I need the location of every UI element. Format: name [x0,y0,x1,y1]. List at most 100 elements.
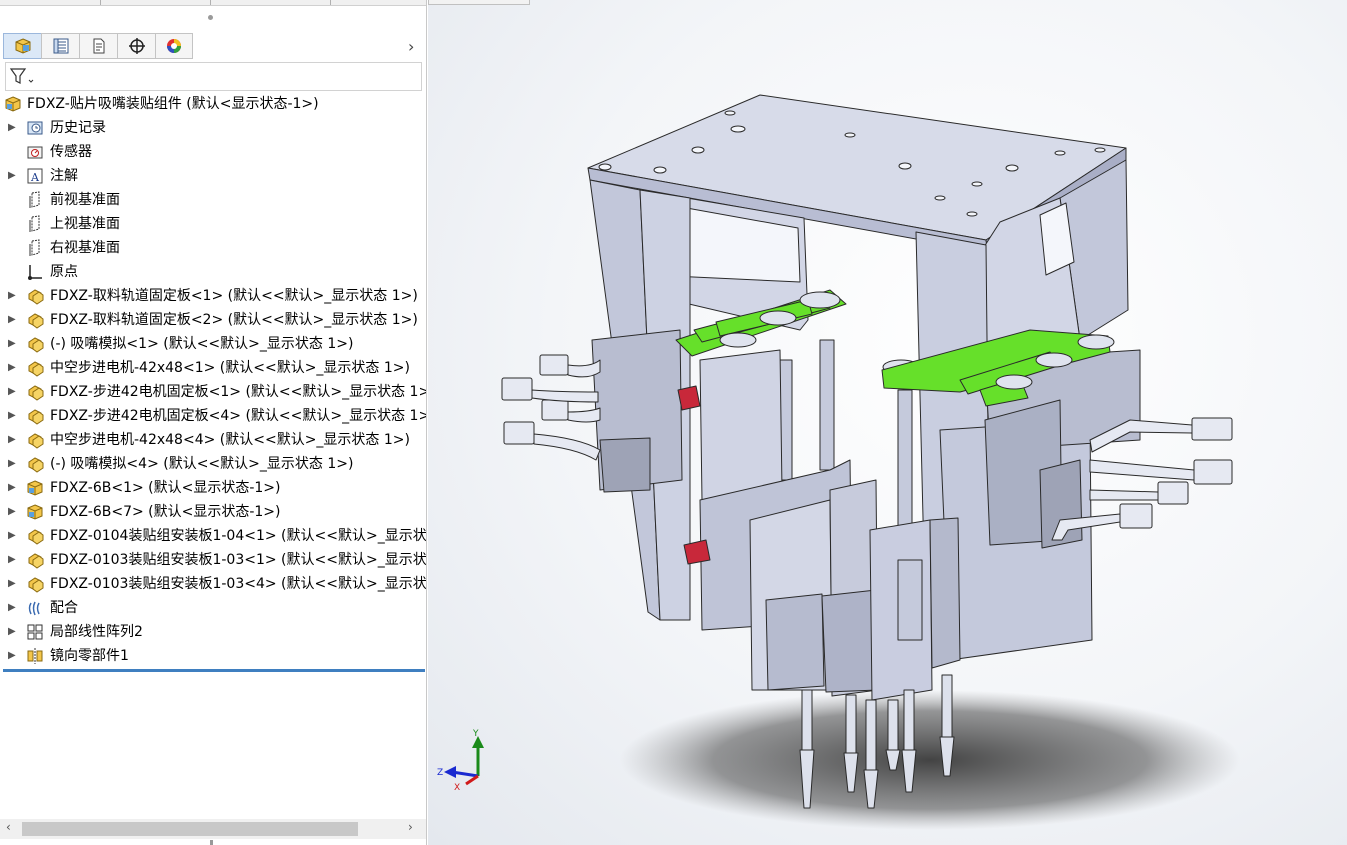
tree-item[interactable]: 右视基准面 [0,236,426,260]
display-manager-icon[interactable] [155,33,193,59]
tree-item-label: 前视基准面 [50,192,120,208]
dimxpert-icon[interactable] [117,33,155,59]
tree-item[interactable]: ▶ FDXZ-6B<1> (默认<显示状态-1>) [0,476,426,500]
annotation-icon: A [26,167,44,185]
expand-arrow-icon[interactable]: ▶ [8,644,16,668]
tree-item[interactable]: 上视基准面 [0,212,426,236]
assembly-icon [26,503,44,521]
tree-item[interactable]: ▶ 中空步进电机-42x48<4> (默认<<默认>_显示状态 1>) [0,428,426,452]
chevron-right-icon[interactable]: › [408,37,414,56]
expand-arrow-icon[interactable]: ▶ [8,620,16,644]
tree-item[interactable]: ▶ FDXZ-取料轨道固定板<2> (默认<<默认>_显示状态 1>) [0,308,426,332]
tree-item-label: FDXZ-取料轨道固定板<2> (默认<<默认>_显示状态 1>) [50,312,418,328]
tree-item-label: 局部线性阵列2 [50,624,143,640]
feature-manager-icon[interactable] [3,33,41,59]
tree-item[interactable]: ▶ 局部线性阵列2 [0,620,426,644]
triad-y-label: Y [472,729,479,739]
tree-item-label: 镜向零部件1 [50,648,129,664]
subassembly-icon [26,575,44,593]
tree-item-label: FDXZ-取料轨道固定板<1> (默认<<默认>_显示状态 1>) [50,288,418,304]
tree-item-label: 右视基准面 [50,240,120,256]
subassembly-icon [26,551,44,569]
subassembly-icon [26,527,44,545]
expand-arrow-icon[interactable]: ▶ [8,524,16,548]
expand-arrow-icon[interactable]: ▶ [8,452,16,476]
tree-item-label: FDXZ-6B<7> (默认<显示状态-1>) [50,504,281,520]
tree-root-assembly[interactable]: FDXZ-贴片吸嘴装贴组件 (默认<显示状态-1>) [0,92,426,116]
expand-arrow-icon[interactable]: ▶ [8,500,16,524]
tree-item-label: 注解 [50,168,78,184]
tree-item[interactable]: ▶ FDXZ-0103装贴组安装板1-03<4> (默认<<默认>_显示状态 1>… [0,572,427,596]
panel-resize-tick[interactable] [210,840,213,845]
filter-icon[interactable] [9,67,35,87]
top-toolbar-strip [0,0,426,6]
manager-tabs [3,33,193,60]
expand-arrow-icon[interactable]: ▶ [8,332,16,356]
tree-item[interactable]: ▶ FDXZ-0104装贴组安装板1-04<1> (默认<<默认>_显示状态 1>… [0,524,427,548]
tree-item[interactable]: 原点 [0,260,426,284]
expand-arrow-icon[interactable]: ▶ [8,572,16,596]
tree-item[interactable]: ▶ (-) 吸嘴模拟<1> (默认<<默认>_显示状态 1>) [0,332,426,356]
assembly-icon [4,95,22,113]
tree-item[interactable]: ▶ FDXZ-0103装贴组安装板1-03<1> (默认<<默认>_显示状态 1>… [0,548,426,572]
tree-root-label: FDXZ-贴片吸嘴装贴组件 (默认<显示状态-1>) [27,96,319,112]
mirror-component-icon [26,647,44,665]
sensor-icon [26,143,44,161]
tree-item[interactable]: ▶ FDXZ-步进42电机固定板<4> (默认<<默认>_显示状态 1>) [0,404,427,428]
tree-item[interactable]: ▶ (-) 吸嘴模拟<4> (默认<<默认>_显示状态 1>) [0,452,426,476]
tree-item[interactable]: ▶ 配合 [0,596,426,620]
tree-item-label: FDXZ-0103装贴组安装板1-03<4> (默认<<默认>_显示状态 1>) [50,576,427,592]
tree-item-label: (-) 吸嘴模拟<4> (默认<<默认>_显示状态 1>) [50,456,354,472]
scroll-right-arrow[interactable]: › [408,820,413,834]
tree-item-label: FDXZ-0104装贴组安装板1-04<1> (默认<<默认>_显示状态 1>) [50,528,427,544]
tree-item-label: 上视基准面 [50,216,120,232]
subassembly-icon [26,335,44,353]
tree-item[interactable]: 传感器 [0,140,426,164]
tree-item-label: FDXZ-步进42电机固定板<4> (默认<<默认>_显示状态 1>) [50,408,427,424]
tree-item[interactable]: ▶ A 注解 [0,164,426,188]
scroll-thumb[interactable] [22,822,358,836]
expand-arrow-icon[interactable]: ▶ [8,548,16,572]
expand-arrow-icon[interactable]: ▶ [8,428,16,452]
property-manager-icon[interactable] [41,33,79,59]
svg-text:A: A [30,171,40,184]
assembly-model[interactable]: Y Z X [428,0,1347,845]
panel-splitter-handle[interactable] [208,15,213,20]
tree-filter[interactable] [5,62,422,91]
mates-icon [26,599,44,617]
left-connectors[interactable] [501,354,601,461]
tree-item-label: 传感器 [50,144,92,160]
expand-arrow-icon[interactable]: ▶ [8,284,16,308]
expand-arrow-icon[interactable]: ▶ [8,596,16,620]
configuration-manager-icon[interactable] [79,33,117,59]
tree-item[interactable]: ▶ 中空步进电机-42x48<1> (默认<<默认>_显示状态 1>) [0,356,426,380]
scroll-left-arrow[interactable]: ‹ [6,820,11,834]
tree-item[interactable]: ▶ FDXZ-6B<7> (默认<显示状态-1>) [0,500,426,524]
expand-arrow-icon[interactable]: ▶ [8,164,16,188]
horizontal-scrollbar[interactable]: ‹ › [0,819,426,839]
expand-arrow-icon[interactable]: ▶ [8,476,16,500]
tree-item-label: 配合 [50,600,78,616]
tree-item[interactable]: ▶ FDXZ-取料轨道固定板<1> (默认<<默认>_显示状态 1>) [0,284,426,308]
graphics-viewport[interactable]: Y Z X [428,0,1347,845]
tree-item[interactable]: ▶ FDXZ-步进42电机固定板<1> (默认<<默认>_显示状态 1>) [0,380,426,404]
expand-arrow-icon[interactable]: ▶ [8,308,16,332]
linear-pattern-icon [26,623,44,641]
tree-item-label: (-) 吸嘴模拟<1> (默认<<默认>_显示状态 1>) [50,336,354,352]
subassembly-icon [26,431,44,449]
tree-item-label: 原点 [50,264,78,280]
expand-arrow-icon[interactable]: ▶ [8,404,16,428]
tree-item[interactable]: 前视基准面 [0,188,426,212]
tree-item[interactable]: ▶ 镜向零部件1 [0,644,426,668]
expand-arrow-icon[interactable]: ▶ [8,356,16,380]
subassembly-icon [26,287,44,305]
tree-item-label: 中空步进电机-42x48<1> (默认<<默认>_显示状态 1>) [50,360,410,376]
coordinate-triad: Y Z X [437,729,484,793]
tree-item[interactable]: ▶ 历史记录 [0,116,426,140]
feature-tree: FDXZ-贴片吸嘴装贴组件 (默认<显示状态-1>) ▶ 历史记录传感器 ▶ A 注解前视… [0,92,427,668]
expand-arrow-icon[interactable]: ▶ [8,380,16,404]
expand-arrow-icon[interactable]: ▶ [8,116,16,140]
left-nozzle-modules[interactable] [699,339,879,697]
rollback-bar[interactable] [3,669,425,672]
left-motor-stack[interactable] [591,329,683,493]
